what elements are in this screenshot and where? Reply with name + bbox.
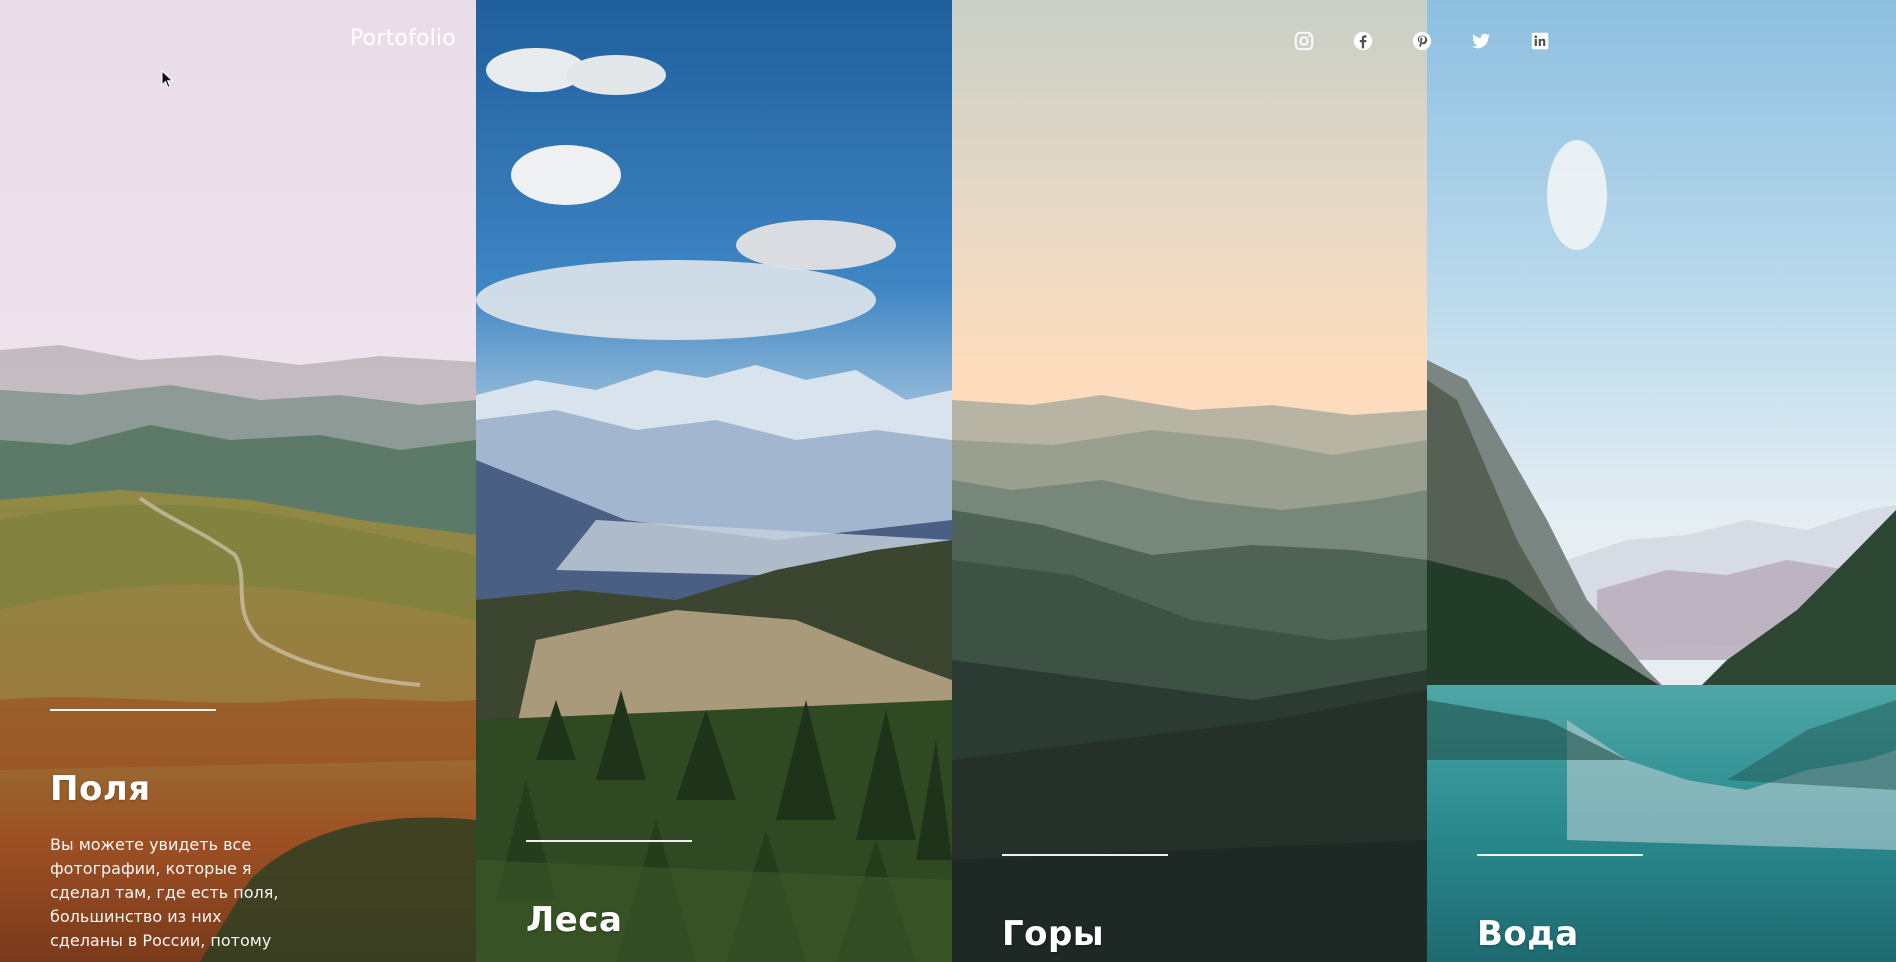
social-links — [1293, 30, 1551, 52]
mouse-cursor — [161, 70, 174, 89]
panel-mountains[interactable]: Горы — [952, 0, 1427, 962]
water-caption: Вода — [1477, 854, 1643, 954]
panel-fields[interactable]: Поля Вы можете увидеть все фотографии, к… — [0, 0, 476, 962]
facebook-link[interactable] — [1352, 30, 1374, 52]
instagram-link[interactable] — [1293, 30, 1315, 52]
panel-title-water[interactable]: Вода — [1477, 914, 1643, 954]
panel-description-fields: Вы можете увидеть все фотографии, которы… — [50, 835, 279, 950]
caption-divider — [526, 840, 692, 842]
panel-title-fields[interactable]: Поля — [50, 769, 290, 809]
fields-caption: Поля Вы можете увидеть все фотографии, к… — [50, 709, 290, 953]
water-photo — [1427, 0, 1896, 962]
facebook-icon — [1353, 31, 1373, 51]
twitter-link[interactable] — [1470, 30, 1492, 52]
caption-divider — [1002, 854, 1168, 856]
category-gallery: Поля Вы можете увидеть все фотографии, к… — [0, 0, 1896, 962]
caption-divider — [1477, 854, 1643, 856]
forests-photo — [476, 0, 952, 962]
caption-divider — [50, 709, 216, 711]
pinterest-icon — [1412, 31, 1432, 51]
pinterest-link[interactable] — [1411, 30, 1433, 52]
panel-forests[interactable]: Леса — [476, 0, 952, 962]
panel-water[interactable]: Вода — [1427, 0, 1896, 962]
mountains-caption: Горы — [1002, 854, 1168, 954]
forests-caption: Леса — [526, 840, 692, 940]
mountains-photo — [952, 0, 1427, 962]
panel-title-mountains[interactable]: Горы — [1002, 914, 1168, 954]
panel-title-forests[interactable]: Леса — [526, 900, 692, 940]
linkedin-link[interactable] — [1529, 30, 1551, 52]
linkedin-icon — [1531, 32, 1549, 50]
twitter-icon — [1472, 33, 1491, 49]
brand-logo[interactable]: Portofolio — [350, 26, 456, 51]
instagram-icon — [1294, 31, 1314, 51]
